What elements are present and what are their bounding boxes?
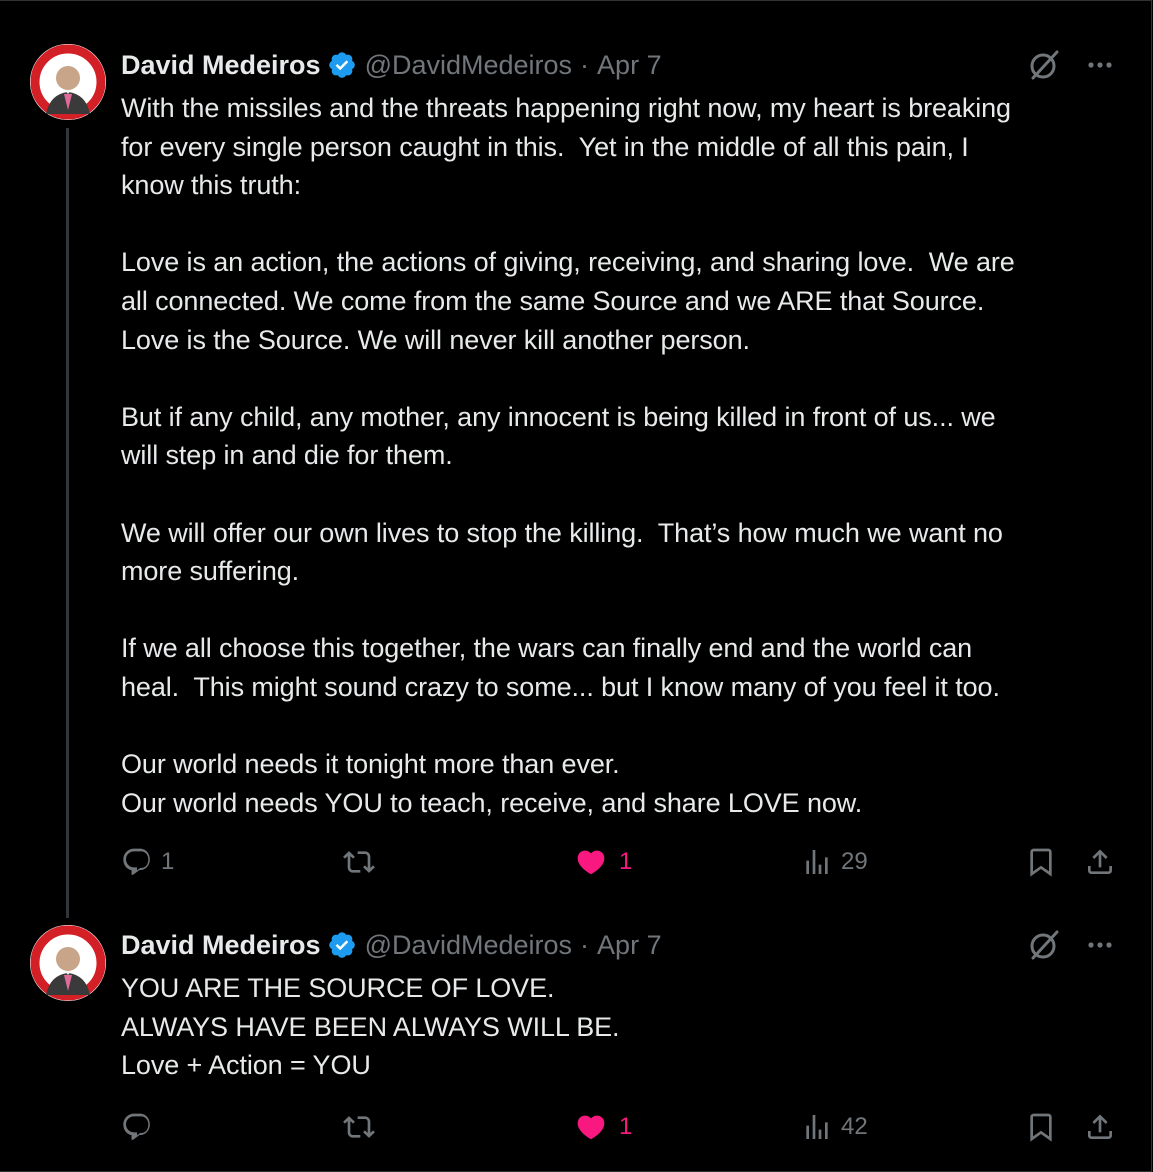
tweet-text: YOU ARE THE SOURCE OF LOVE. ALWAYS HAVE … [121, 973, 620, 1081]
tweet-text: With the missiles and the threats happen… [121, 93, 1015, 818]
views-button[interactable]: 42 [801, 1107, 868, 1147]
verified-badge-icon[interactable] [327, 50, 357, 80]
views-count: 29 [841, 848, 868, 875]
reply-button[interactable]: 1 [121, 842, 174, 882]
repost-icon [343, 851, 375, 873]
thread-connector [66, 128, 69, 918]
tweet[interactable]: David Medeiros @DavidMedeiros · Apr 7 Wi… [0, 0, 1153, 918]
bookmark-icon [1030, 1113, 1052, 1142]
views-icon [806, 850, 828, 874]
reply-button[interactable] [121, 1107, 161, 1147]
tweet-date[interactable]: Apr 7 [597, 930, 662, 961]
reply-count: 1 [161, 848, 175, 875]
author-handle[interactable]: @DavidMedeiros [365, 930, 572, 961]
bookmark-button[interactable] [1025, 842, 1057, 882]
tweet-header: David Medeiros @DavidMedeiros · Apr 7 [121, 930, 662, 960]
like-icon [577, 1115, 605, 1140]
repost-button[interactable] [343, 842, 383, 882]
share-button[interactable] [1084, 842, 1116, 882]
reply-icon [123, 848, 150, 875]
tweet-actions: 1 42 [121, 1107, 1121, 1147]
like-count: 1 [619, 848, 633, 875]
date-separator: · [580, 929, 590, 960]
like-button[interactable]: 1 [575, 1107, 632, 1147]
tweet-actions: 1 1 29 [121, 842, 1121, 882]
share-icon [1088, 1114, 1112, 1139]
tweet[interactable]: David Medeiros @DavidMedeiros · Apr 7 YO… [0, 910, 1153, 1170]
share-button[interactable] [1084, 1107, 1116, 1147]
repost-button[interactable] [343, 1107, 383, 1147]
grok-icon[interactable] [1027, 928, 1061, 962]
more-icon[interactable] [1083, 928, 1117, 962]
author-name[interactable]: David Medeiros [121, 50, 321, 81]
reply-icon [123, 1113, 150, 1140]
like-icon [577, 850, 605, 875]
author-handle[interactable]: @DavidMedeiros [365, 50, 572, 81]
date-separator: · [580, 49, 590, 80]
avatar[interactable] [30, 44, 106, 120]
author-name[interactable]: David Medeiros [121, 930, 321, 961]
share-icon [1088, 849, 1112, 874]
like-count: 1 [619, 1113, 633, 1140]
avatar-image [30, 44, 106, 120]
bookmark-button[interactable] [1025, 1107, 1057, 1147]
more-icon[interactable] [1083, 48, 1117, 82]
avatar-image [30, 925, 106, 1001]
views-count: 42 [841, 1113, 868, 1140]
verified-badge-icon[interactable] [327, 930, 357, 960]
views-button[interactable]: 29 [801, 842, 868, 882]
grok-icon[interactable] [1027, 48, 1061, 82]
avatar[interactable] [30, 925, 106, 1001]
tweet-date[interactable]: Apr 7 [597, 50, 662, 81]
bookmark-icon [1030, 848, 1052, 877]
views-icon [806, 1115, 828, 1139]
like-button[interactable]: 1 [575, 842, 632, 882]
tweet-header: David Medeiros @DavidMedeiros · Apr 7 [121, 50, 662, 80]
repost-icon [343, 1116, 375, 1138]
